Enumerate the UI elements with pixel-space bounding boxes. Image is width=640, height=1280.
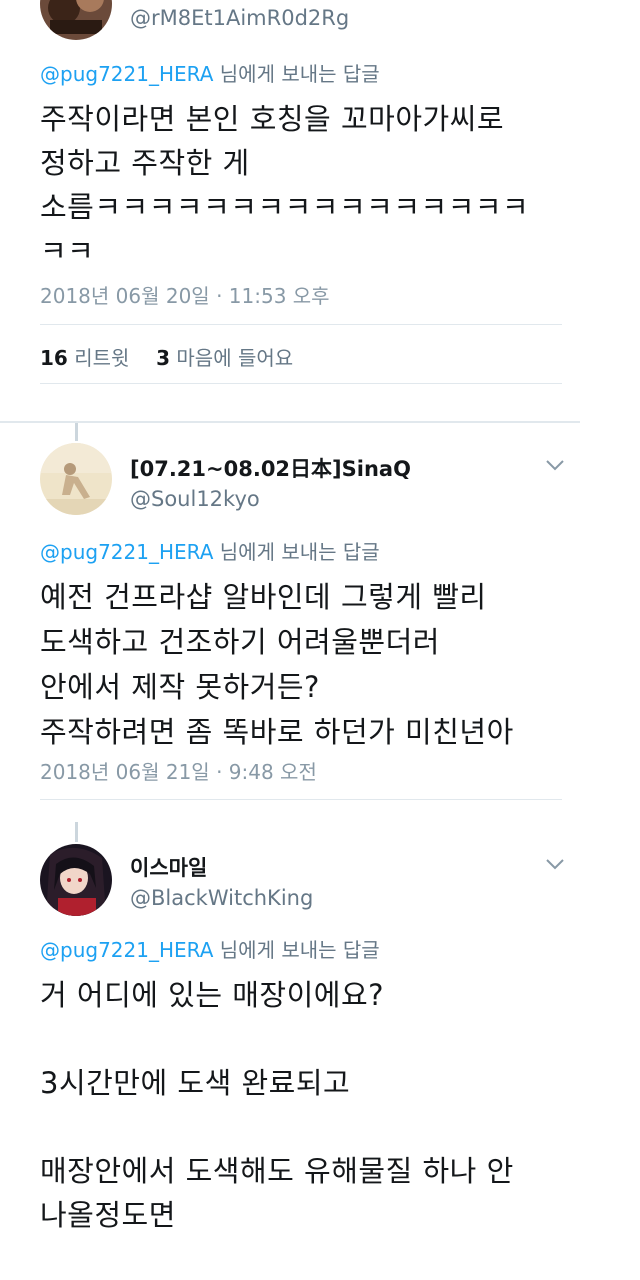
retweets-link[interactable]: 16 리트윗: [40, 346, 129, 370]
retweets-label: 리트윗: [67, 346, 130, 370]
likes-link[interactable]: 3 마음에 들어요: [156, 346, 293, 370]
tweet-timestamp[interactable]: 2018년 06월 20일 · 11:53 오후: [40, 280, 330, 309]
reply-to-label: 님에게 보내는 답글: [213, 62, 380, 86]
avatar[interactable]: [40, 0, 112, 40]
avatar[interactable]: [40, 443, 112, 515]
tweet-handle[interactable]: @BlackWitchKing: [130, 886, 313, 910]
tweet-body-line: 매장안에서 도색해도 유해물질 하나 안: [40, 1154, 514, 1188]
divider: [40, 324, 562, 325]
reply-mention-link[interactable]: @pug7221_HERA: [40, 540, 213, 564]
tweet-3[interactable]: 이스마일 @BlackWitchKing @pug7221_HERA 님에게 보…: [0, 822, 640, 1280]
likes-label: 마음에 들어요: [170, 346, 294, 370]
tweet-1[interactable]: @rM8Et1AimR0d2Rg @pug7221_HERA 님에게 보내는 답…: [0, 0, 640, 420]
thread-line: [75, 423, 78, 441]
retweets-count: 16: [40, 346, 68, 370]
reply-to: @pug7221_HERA 님에게 보내는 답글: [40, 58, 380, 87]
tweet-body-line: ㅋㅋ: [40, 234, 95, 268]
tweet-body-line: 나올정도면: [40, 1198, 176, 1232]
tweet-body-line: 주작이라면 본인 호칭을 꼬마아가씨로: [40, 102, 505, 136]
twitter-thread-page: @rM8Et1AimR0d2Rg @pug7221_HERA 님에게 보내는 답…: [0, 0, 640, 1280]
tweet-body-line: 주작하려면 좀 똑바로 하던가 미친년아: [40, 715, 514, 749]
tweet-body-line: 안에서 제작 못하거든?: [40, 670, 320, 704]
chevron-down-icon[interactable]: [544, 457, 566, 473]
reply-mention-link[interactable]: @pug7221_HERA: [40, 62, 213, 86]
tweet-timestamp[interactable]: 2018년 06월 21일 · 9:48 오전: [40, 756, 317, 785]
tweet-2[interactable]: [07.21~08.02日本]SinaQ @Soul12kyo @pug7221…: [0, 423, 640, 823]
tweet-body-line: 거 어디에 있는 매장이에요?: [40, 978, 385, 1012]
reply-to: @pug7221_HERA 님에게 보내는 답글: [40, 536, 380, 565]
tweet-display-name[interactable]: [07.21~08.02日本]SinaQ: [130, 453, 411, 483]
thread-line: [75, 822, 78, 842]
avatar[interactable]: [40, 844, 112, 916]
reply-to-label: 님에게 보내는 답글: [213, 540, 380, 564]
tweet-display-name[interactable]: 이스마일: [130, 852, 207, 882]
divider: [40, 799, 562, 800]
tweet-handle[interactable]: @Soul12kyo: [130, 487, 260, 511]
chevron-down-icon[interactable]: [544, 856, 566, 872]
tweet-stats: 16 리트윗 3 마음에 들어요: [40, 342, 293, 371]
reply-mention-link[interactable]: @pug7221_HERA: [40, 938, 213, 962]
tweet-body-line: 도색하고 건조하기 어려울뿐더러: [40, 625, 440, 659]
tweet-body-line: 3시간만에 도색 완료되고: [40, 1066, 351, 1100]
divider: [40, 383, 562, 384]
tweet-body-line: 예전 건프라샵 알바인데 그렇게 빨리: [40, 580, 487, 614]
reply-to: @pug7221_HERA 님에게 보내는 답글: [40, 934, 380, 963]
tweet-body-line: 정하고 주작한 게: [40, 146, 250, 180]
likes-count: 3: [156, 346, 171, 370]
reply-to-label: 님에게 보내는 답글: [213, 938, 380, 962]
tweet-body-line: 소름ㅋㅋㅋㅋㅋㅋㅋㅋㅋㅋㅋㅋㅋㅋㅋㅋ: [40, 190, 530, 224]
tweet-handle[interactable]: @rM8Et1AimR0d2Rg: [130, 6, 349, 30]
